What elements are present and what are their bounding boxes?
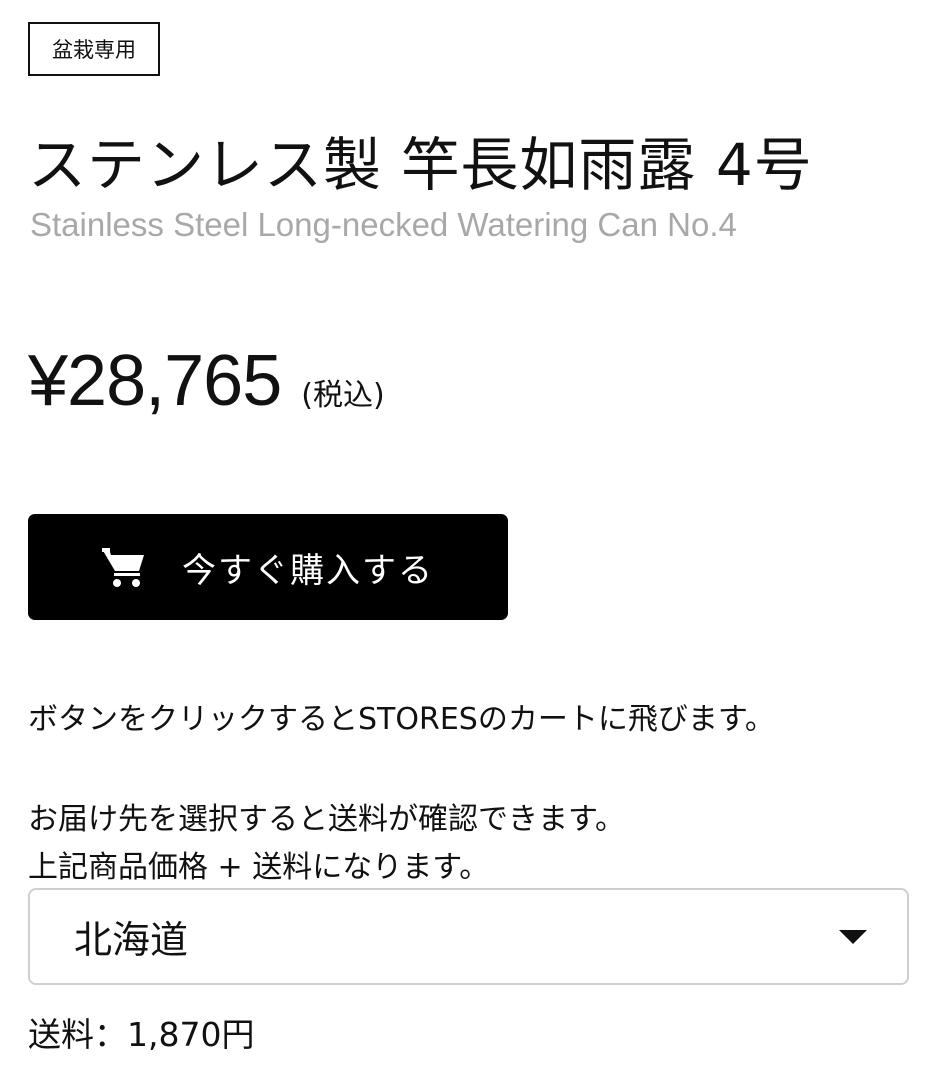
- category-tag: 盆栽専用: [28, 22, 160, 76]
- category-tag-label: 盆栽専用: [52, 38, 136, 62]
- price-row: ¥28,765 (税込): [28, 340, 385, 422]
- shipping-fee: 送料：1,870円: [28, 1015, 255, 1054]
- price-value: ¥28,765: [28, 341, 282, 421]
- product-title: ステンレス製 竿長如雨露 4号: [28, 131, 813, 199]
- cart-icon: [100, 545, 148, 589]
- caret-down-icon: [839, 930, 867, 944]
- shipping-notice-line-2: 上記商品価格 + 送料になります。: [28, 850, 490, 885]
- buy-now-button[interactable]: 今すぐ購入する: [28, 514, 508, 620]
- region-select[interactable]: 北海道: [28, 888, 909, 985]
- product-subtitle: Stainless Steel Long-necked Watering Can…: [30, 206, 737, 243]
- shipping-notice-line-1: お届け先を選択すると送料が確認できます。: [28, 802, 625, 837]
- cart-redirect-notice: ボタンをクリックするとSTORESのカートに飛びます。: [28, 702, 775, 737]
- tax-note: (税込): [301, 378, 385, 413]
- region-selected-value: 北海道: [74, 918, 189, 962]
- buy-now-label: 今すぐ購入する: [182, 550, 434, 591]
